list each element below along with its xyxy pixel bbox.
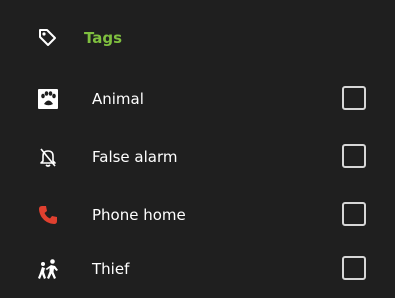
tag-item-animal[interactable]: Animal [0, 70, 395, 128]
tag-item-false-alarm[interactable]: False alarm [0, 128, 395, 186]
false-alarm-checkbox[interactable] [342, 144, 366, 168]
tags-panel: Tags Animal False alarm Phone home Thief [0, 0, 395, 298]
tags-title: Tags [84, 29, 123, 47]
bell-off-icon [37, 146, 59, 168]
phone-icon [37, 204, 59, 226]
tag-label: Phone home [92, 206, 186, 224]
tag-label: Animal [92, 90, 144, 108]
phone-home-checkbox[interactable] [342, 202, 366, 226]
thief-icon [37, 258, 59, 280]
animal-checkbox[interactable] [342, 86, 366, 110]
tag-item-thief[interactable]: Thief [0, 240, 395, 298]
tag-label: Thief [92, 260, 130, 278]
tag-item-phone-home[interactable]: Phone home [0, 186, 395, 244]
thief-checkbox[interactable] [342, 256, 366, 280]
tag-icon [37, 27, 57, 47]
tags-header: Tags [0, 10, 395, 68]
tag-label: False alarm [92, 148, 178, 166]
paw-icon [37, 88, 59, 110]
